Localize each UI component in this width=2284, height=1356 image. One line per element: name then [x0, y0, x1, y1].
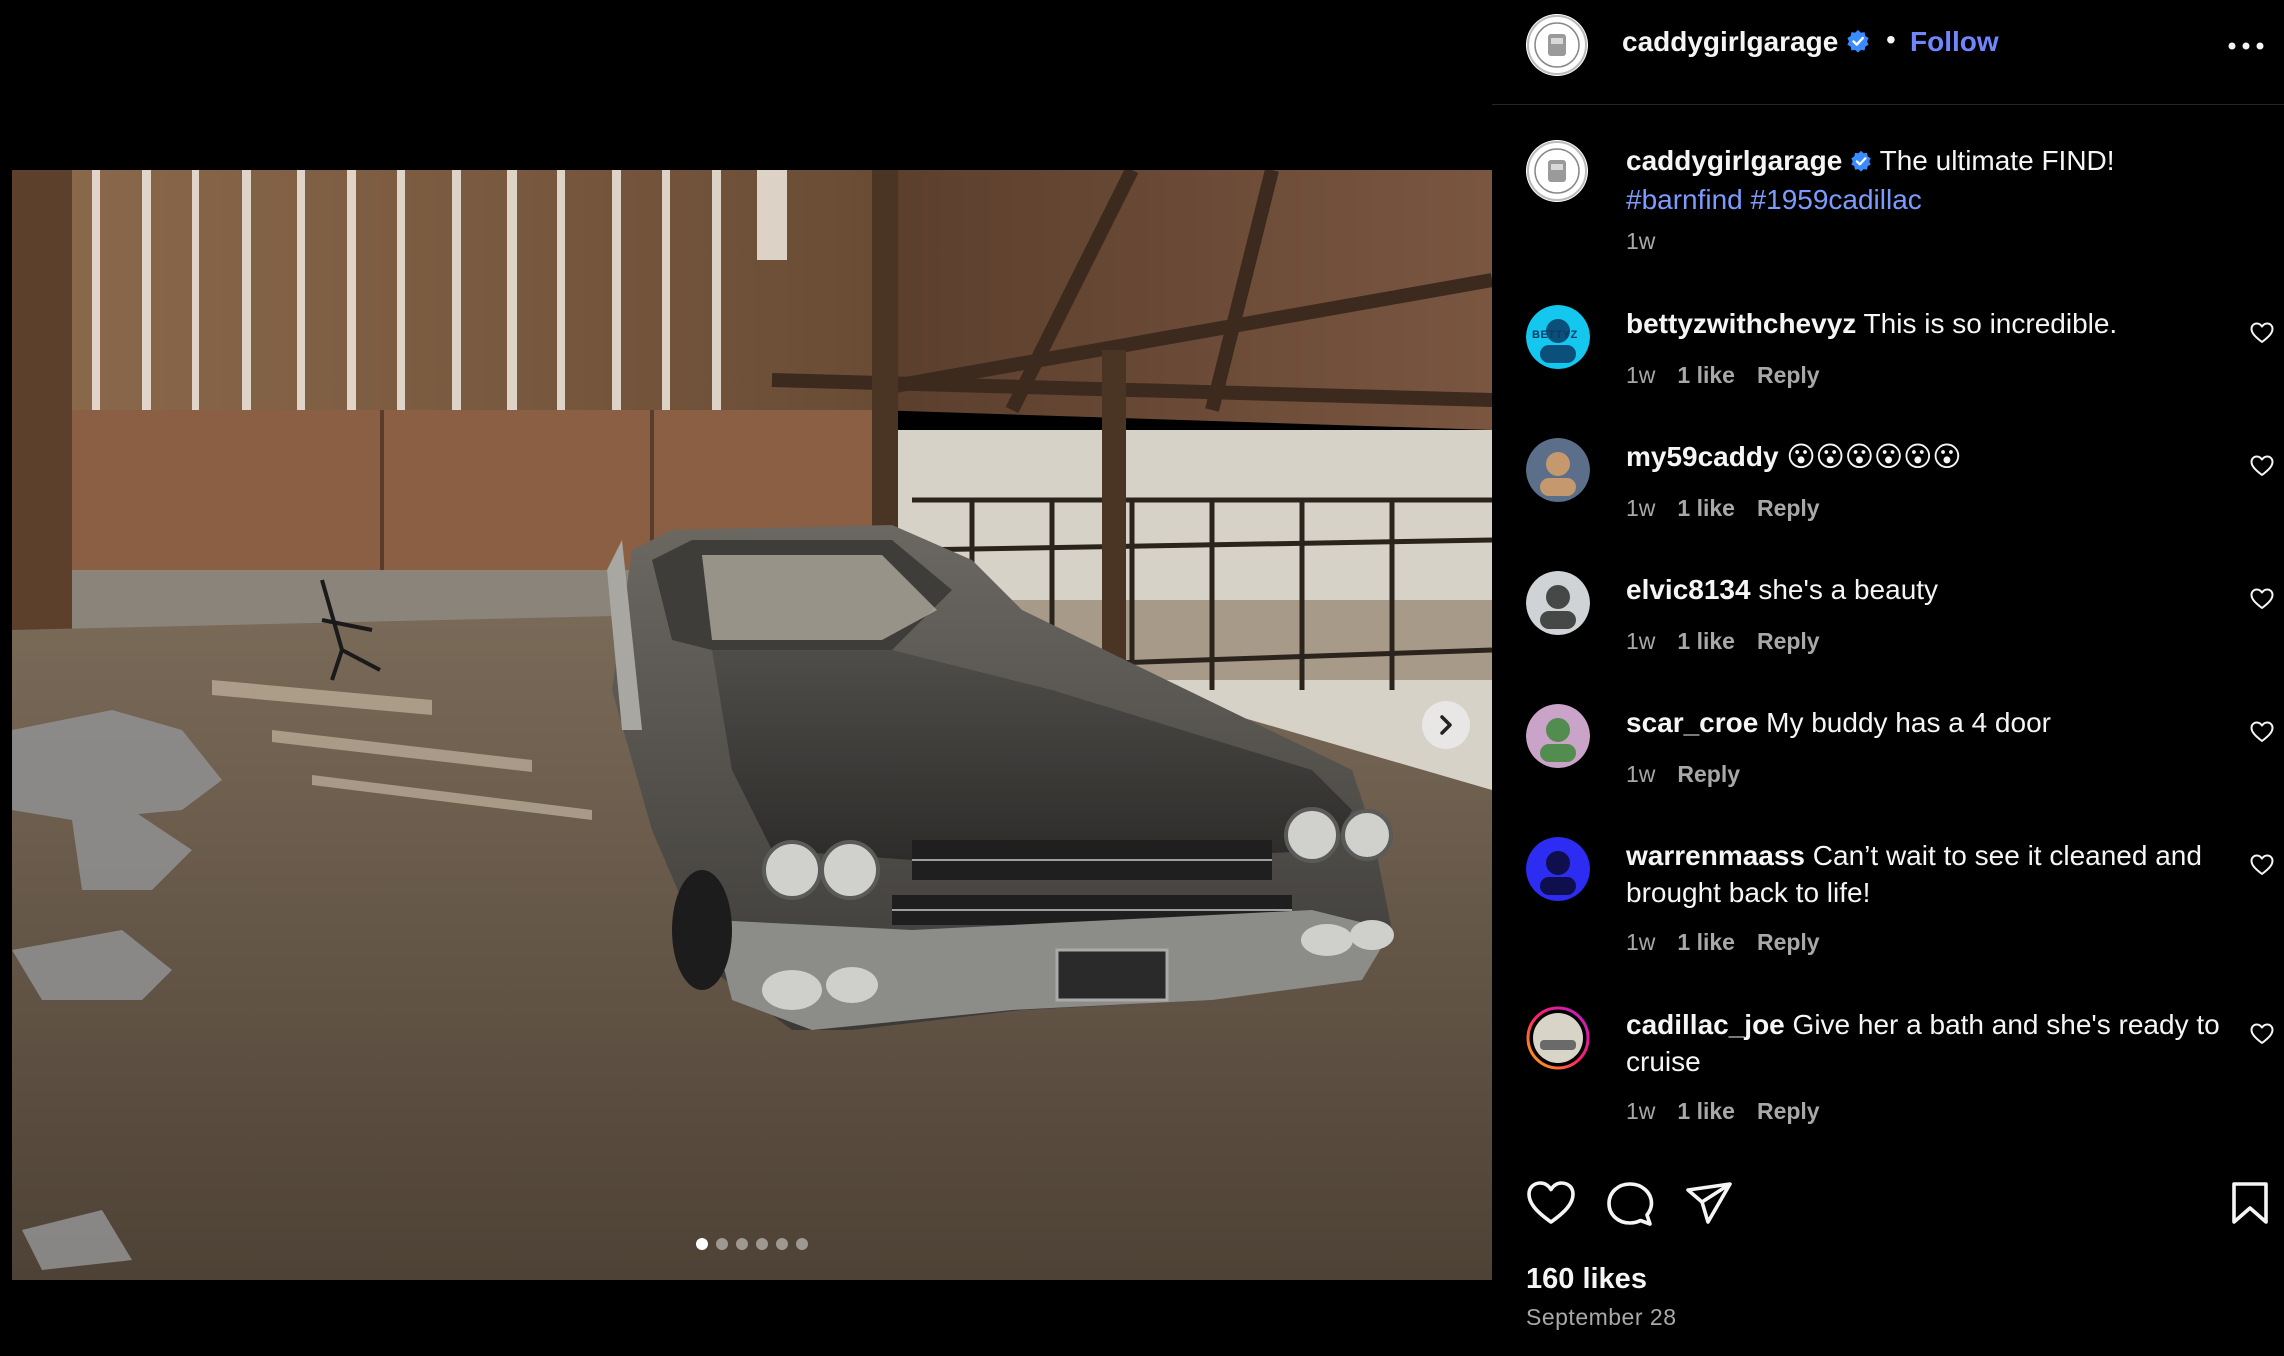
reply-button[interactable]: Reply	[1757, 628, 1820, 654]
comment-time[interactable]: 1w	[1626, 1098, 1655, 1124]
comment-time[interactable]: 1w	[1626, 362, 1655, 388]
carousel-dot	[736, 1238, 748, 1250]
bookmark-icon[interactable]	[2230, 1180, 2270, 1226]
carousel-dot	[716, 1238, 728, 1250]
reply-button[interactable]: Reply	[1757, 495, 1820, 521]
comment-text: warrenmaass Can’t wait to see it cleaned…	[1626, 837, 2226, 911]
carousel-dot	[796, 1238, 808, 1250]
comment-text: cadillac_joe Give her a bath and she's r…	[1626, 1006, 2226, 1080]
comment-body: 😮😮😮😮😮😮	[1778, 441, 1962, 472]
comment-meta: 1w Reply	[1626, 761, 1762, 788]
comment-username[interactable]: scar_croe	[1626, 707, 1758, 738]
caption-text: The ultimate FIND!	[1879, 145, 2115, 176]
like-count[interactable]: 160 likes	[1526, 1263, 1647, 1296]
comment-time[interactable]: 1w	[1626, 761, 1655, 787]
hashtag-link[interactable]: #barnfind	[1626, 184, 1743, 215]
heart-icon[interactable]	[1526, 1180, 1576, 1226]
verified-badge-icon	[1846, 28, 1870, 60]
comment-like-heart-icon[interactable]	[2250, 1023, 2274, 1045]
comment-username[interactable]: my59caddy	[1626, 441, 1779, 472]
carousel-dot	[696, 1238, 708, 1250]
header-separator: •	[1886, 24, 1896, 55]
carousel-indicator	[696, 1238, 808, 1250]
caption-username[interactable]: caddygirlgarage	[1626, 145, 1842, 176]
comment-like-count[interactable]: 1 like	[1677, 495, 1735, 521]
comment-username[interactable]: cadillac_joe	[1626, 1009, 1785, 1040]
paper-plane-icon[interactable]	[1684, 1180, 1734, 1226]
reply-button[interactable]: Reply	[1757, 929, 1820, 955]
comment-like-count[interactable]: 1 like	[1677, 628, 1735, 654]
post-photo-barn-cadillac[interactable]	[12, 170, 1492, 1280]
commenter-avatar[interactable]	[1526, 704, 1590, 768]
avatar-badge-text: BETTYZ	[1532, 329, 1578, 341]
post-side-panel: caddygirlgarage • Follow caddygirlgarage…	[1492, 0, 2284, 1356]
commenter-avatar[interactable]	[1526, 837, 1590, 901]
comment-body: My buddy has a 4 door	[1758, 707, 2051, 738]
comment-username[interactable]: elvic8134	[1626, 574, 1751, 605]
comment-text: my59caddy 😮😮😮😮😮😮	[1626, 438, 2226, 475]
comment-like-count[interactable]: 1 like	[1677, 1098, 1735, 1124]
caption-meta: 1w	[1626, 228, 1677, 255]
comment-time[interactable]: 1w	[1626, 929, 1655, 955]
comment-meta: 1w 1 like Reply	[1626, 628, 1842, 655]
reply-button[interactable]: Reply	[1757, 1098, 1820, 1124]
comment-meta: 1w 1 like Reply	[1626, 1098, 1842, 1125]
cadillac-crest-logo	[1527, 141, 1587, 201]
comment-text: bettyzwithchevyz This is so incredible.	[1626, 305, 2226, 342]
comment-like-heart-icon[interactable]	[2250, 854, 2274, 876]
comment-text: elvic8134 she's a beauty	[1626, 571, 2226, 608]
reply-button[interactable]: Reply	[1677, 761, 1740, 787]
comment-like-heart-icon[interactable]	[2250, 322, 2274, 344]
carousel-dot	[776, 1238, 788, 1250]
comment-text: scar_croe My buddy has a 4 door	[1626, 704, 2226, 741]
commenter-avatar[interactable]	[1526, 1006, 1590, 1070]
comment-meta: 1w 1 like Reply	[1626, 495, 1842, 522]
author-avatar[interactable]	[1526, 14, 1588, 76]
comment-like-count[interactable]: 1 like	[1677, 929, 1735, 955]
commenter-avatar[interactable]	[1526, 438, 1590, 502]
cadillac-crest-logo	[1527, 15, 1587, 75]
post-media	[0, 0, 1492, 1356]
post-date: September 28	[1526, 1304, 1677, 1330]
comment-body: she's a beauty	[1750, 574, 1939, 605]
follow-button[interactable]: Follow	[1910, 26, 1999, 58]
post-caption: caddygirlgarage The ultimate FIND! #barn…	[1626, 142, 2226, 218]
post-header: caddygirlgarage • Follow	[1492, 0, 2284, 105]
comment-body: This is so incredible.	[1856, 308, 2118, 339]
hashtag-link[interactable]: #1959cadillac	[1751, 184, 1922, 215]
comment-username[interactable]: warrenmaass	[1626, 840, 1805, 871]
commenter-avatar[interactable]	[1526, 571, 1590, 635]
comment-username[interactable]: bettyzwithchevyz	[1626, 308, 1856, 339]
comment-meta: 1w 1 like Reply	[1626, 929, 1842, 956]
comment-like-heart-icon[interactable]	[2250, 588, 2274, 610]
caption-author-avatar[interactable]	[1526, 140, 1588, 202]
comment-time[interactable]: 1w	[1626, 495, 1655, 521]
comment-time[interactable]: 1w	[1626, 628, 1655, 654]
chevron-right-icon	[1440, 715, 1452, 735]
caption-time[interactable]: 1w	[1626, 228, 1655, 254]
comment-like-heart-icon[interactable]	[2250, 455, 2274, 477]
author-username[interactable]: caddygirlgarage	[1622, 26, 1870, 60]
verified-badge-icon	[1850, 144, 1872, 181]
comment-icon[interactable]	[1606, 1180, 1654, 1228]
comment-like-heart-icon[interactable]	[2250, 721, 2274, 743]
comment-meta: 1w 1 like Reply	[1626, 362, 1842, 389]
reply-button[interactable]: Reply	[1757, 362, 1820, 388]
carousel-next-button[interactable]	[1422, 701, 1470, 749]
comment-like-count[interactable]: 1 like	[1677, 362, 1735, 388]
more-horizontal-icon[interactable]	[2228, 42, 2264, 50]
commenter-avatar[interactable]: BETTYZ	[1526, 305, 1590, 369]
carousel-dot	[756, 1238, 768, 1250]
